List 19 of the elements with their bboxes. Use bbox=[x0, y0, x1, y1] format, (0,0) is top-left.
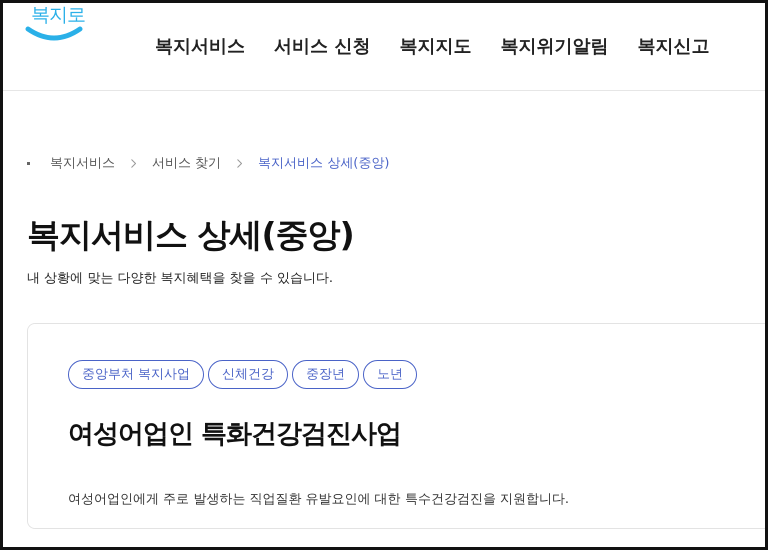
category-tag: 노년 bbox=[363, 360, 418, 389]
bullet-icon bbox=[27, 162, 30, 166]
chevron-icon bbox=[237, 159, 242, 168]
nav-link[interactable]: 복지지도 bbox=[399, 33, 472, 60]
service-title: 여성어업인 특화건강검진사업 bbox=[68, 418, 402, 451]
breadcrumb-link[interactable]: 복지서비스 상세(중앙) bbox=[258, 154, 390, 174]
category-tag: 중장년 bbox=[292, 360, 360, 389]
page-subtitle: 내 상황에 맞는 다양한 복지혜택을 찾을 수 있습니다. bbox=[27, 270, 334, 288]
nav-link[interactable]: 서비스 신청 bbox=[274, 33, 370, 60]
breadcrumb-link[interactable]: 복지서비스 bbox=[50, 154, 115, 174]
nav-link[interactable]: 복지서비스 bbox=[155, 33, 245, 60]
category-tag: 중앙부처 복지사업 bbox=[68, 360, 204, 389]
nav-link[interactable]: 복지신고 bbox=[637, 33, 710, 60]
breadcrumb-link[interactable]: 서비스 찾기 bbox=[152, 154, 222, 174]
category-tag: 신체건강 bbox=[208, 360, 288, 389]
chevron-icon bbox=[131, 159, 136, 168]
nav-link[interactable]: 복지위기알림 bbox=[500, 33, 608, 60]
service-description: 여성어업인에게 주로 발생하는 직업질환 유발요인에 대한 특수건강검진을 지원합니다. bbox=[68, 491, 570, 509]
page-title: 복지서비스 상세(중앙) bbox=[27, 214, 355, 256]
